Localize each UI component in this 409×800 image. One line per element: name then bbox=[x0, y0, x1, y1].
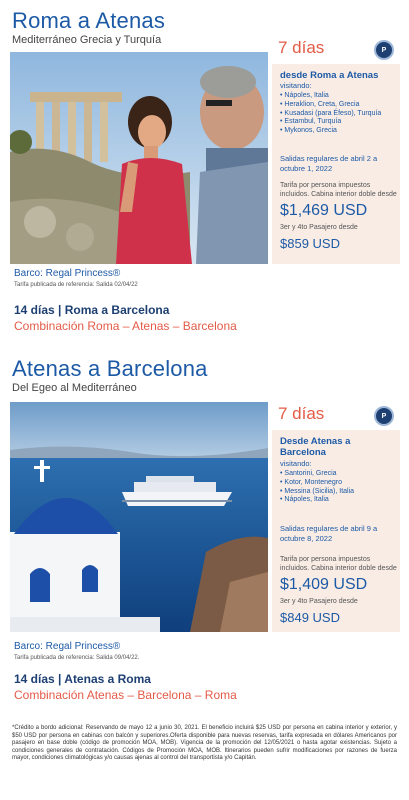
days-row: 7 días P bbox=[272, 402, 400, 430]
offer-subtitle: Mediterráneo Grecia y Turquía bbox=[12, 34, 162, 46]
price: $1,409 USD bbox=[280, 576, 368, 593]
port-item: Nápoles, Italia bbox=[280, 92, 400, 101]
combination-link[interactable]: Combinación Roma – Atenas – Barcelona bbox=[14, 319, 237, 333]
port-item: Messina (Sicilia), Italia bbox=[280, 488, 400, 497]
port-item: Estambul, Turquía bbox=[280, 118, 400, 127]
extra-passenger-price: $859 USD bbox=[280, 236, 340, 251]
panel-heading: Desde Atenas a Barcelona bbox=[280, 436, 351, 458]
departure-dates: Salidas regulares de abril 9 a octubre 8… bbox=[280, 524, 378, 543]
duration-days: 7 días bbox=[278, 38, 325, 57]
offer-panel: Desde Atenas a Barcelona visitando: Sant… bbox=[272, 430, 400, 632]
offer-title: Roma a Atenas bbox=[12, 8, 166, 33]
extra-passenger-note: 3er y 4to Pasajero desde bbox=[280, 224, 358, 231]
panel-heading: desde Roma a Atenas bbox=[280, 70, 379, 81]
port-item: Santorini, Grecia bbox=[280, 470, 400, 479]
extra-passenger-note: 3er y 4to Pasajero desde bbox=[280, 598, 358, 605]
ship-name: Barco: Regal Princess® bbox=[14, 641, 121, 652]
princess-logo-icon: P bbox=[374, 40, 394, 60]
route-link[interactable]: 14 días | Atenas a Roma bbox=[14, 672, 151, 686]
visiting-label: visitando: bbox=[280, 81, 312, 90]
reference-fare: Tarifa publicada de referencia: Salida 0… bbox=[14, 655, 140, 661]
photo-santorini-ship bbox=[10, 402, 268, 632]
ports-list: Santorini, Grecia Kotor, Montenegro Mess… bbox=[280, 470, 400, 505]
ship-name: Barco: Regal Princess® bbox=[14, 268, 121, 279]
port-item: Kusadasi (para Éfeso), Turquía bbox=[280, 110, 400, 119]
duration-days: 7 días bbox=[278, 404, 325, 423]
reference-fare: Tarifa publicada de referencia: Salida 0… bbox=[14, 282, 138, 288]
princess-logo-icon: P bbox=[374, 406, 394, 426]
visiting-label: visitando: bbox=[280, 459, 312, 468]
offer-title: Atenas a Barcelona bbox=[12, 356, 208, 381]
legal-footnote: *Crédito a bordo adicional: Reservando d… bbox=[12, 725, 397, 762]
port-item: Kotor, Montenegro bbox=[280, 479, 400, 488]
ports-list: Nápoles, Italia Heraklion, Creta, Grecia… bbox=[280, 92, 400, 136]
port-item: Mykonos, Grecia bbox=[280, 127, 400, 136]
price-note: Tarifa por persona impuestos incluidos. … bbox=[280, 556, 397, 572]
photo-acropolis-woman bbox=[10, 52, 268, 264]
days-row: 7 días P bbox=[272, 36, 400, 64]
price-note: Tarifa por persona impuestos incluidos. … bbox=[280, 182, 397, 198]
price: $1,469 USD bbox=[280, 202, 368, 219]
extra-passenger-price: $849 USD bbox=[280, 610, 340, 625]
offer-subtitle: Del Egeo al Mediterráneo bbox=[12, 382, 137, 394]
route-link[interactable]: 14 días | Roma a Barcelona bbox=[14, 303, 169, 317]
port-item: Nápoles, Italia bbox=[280, 496, 400, 505]
combination-link[interactable]: Combinación Atenas – Barcelona – Roma bbox=[14, 688, 237, 702]
offer-panel: desde Roma a Atenas visitando: Nápoles, … bbox=[272, 64, 400, 264]
port-item: Heraklion, Creta, Grecia bbox=[280, 101, 400, 110]
departure-dates: Salidas regulares de abril 2 a octubre 1… bbox=[280, 154, 378, 173]
